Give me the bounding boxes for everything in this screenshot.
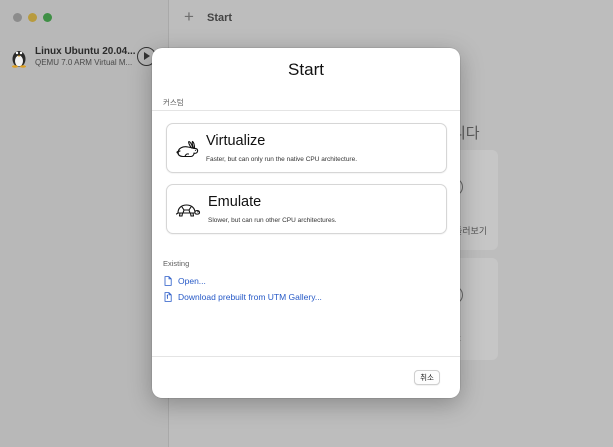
close-window-button[interactable] (13, 13, 22, 22)
existing-section-label: Existing (163, 259, 190, 268)
cancel-button[interactable]: 취소 (414, 370, 440, 385)
divider (152, 110, 460, 111)
turtle-icon (175, 204, 201, 217)
dialog-title: Start (288, 60, 324, 79)
toolbar: + Start (170, 0, 613, 36)
rabbit-icon (176, 140, 199, 158)
option-title: Virtualize (206, 133, 266, 149)
virtualize-option[interactable]: Virtualize Faster, but can only run the … (166, 123, 447, 173)
vm-list-item[interactable]: Linux Ubuntu 20.04... QEMU 7.0 ARM Virtu… (9, 44, 169, 72)
window-title: Start (207, 12, 233, 24)
emulate-option[interactable]: Emulate Slower, but can run other CPU ar… (166, 184, 447, 234)
option-title: Emulate (208, 194, 262, 210)
download-gallery-link[interactable]: Download prebuilt from UTM Gallery... (164, 291, 322, 303)
linux-penguin-icon (12, 51, 26, 68)
zipped-document-icon (164, 292, 172, 302)
maximize-window-button[interactable] (43, 13, 52, 22)
add-vm-button[interactable]: + (184, 7, 194, 27)
vm-name: Linux Ubuntu 20.04... (35, 46, 136, 57)
option-description: Slower, but can run other CPU architectu… (208, 217, 337, 224)
sidebar: Linux Ubuntu 20.04... QEMU 7.0 ARM Virtu… (0, 0, 169, 447)
custom-section-label: 커스텀 (163, 98, 184, 107)
vm-description: QEMU 7.0 ARM Virtual M... (35, 58, 133, 67)
open-link[interactable]: Open... (164, 275, 206, 287)
open-link-label[interactable]: Open... (178, 276, 206, 286)
divider (152, 356, 460, 357)
document-icon (164, 276, 172, 286)
window-controls (13, 13, 52, 22)
download-gallery-link-label[interactable]: Download prebuilt from UTM Gallery... (178, 292, 322, 302)
minimize-window-button[interactable] (28, 13, 37, 22)
start-dialog: Start 커스텀 Virtualize Faster, but can onl… (152, 48, 460, 398)
option-description: Faster, but can only run the native CPU … (206, 156, 358, 163)
